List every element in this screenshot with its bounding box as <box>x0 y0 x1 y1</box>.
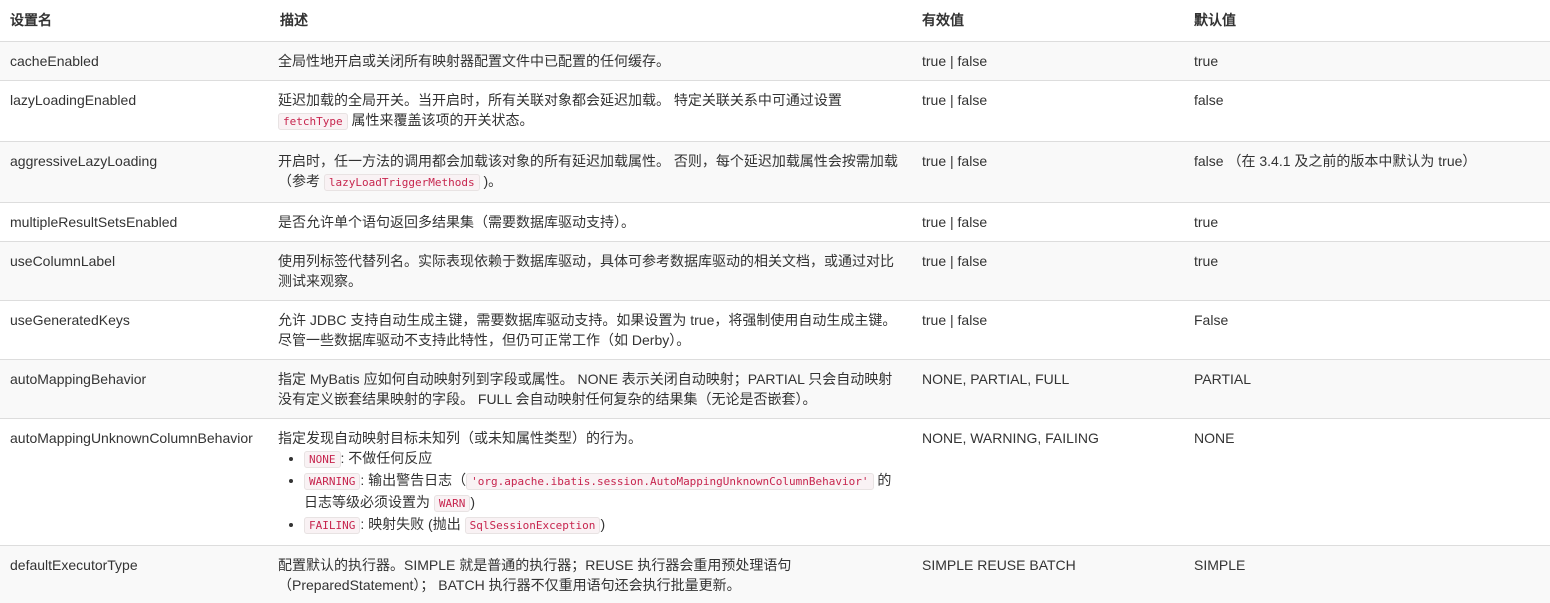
list-item: FAILING: 映射失败 (抛出 SqlSessionException) <box>304 514 904 536</box>
setting-valid-values: true | false <box>912 242 1184 301</box>
setting-name: defaultExecutorType <box>0 546 270 603</box>
setting-valid-values: true | false <box>912 203 1184 242</box>
setting-description: 延迟加载的全局开关。当开启时，所有关联对象都会延迟加载。 特定关联关系中可通过设… <box>270 81 912 142</box>
setting-name: autoMappingUnknownColumnBehavior <box>0 419 270 546</box>
setting-description: 使用列标签代替列名。实际表现依赖于数据库驱动，具体可参考数据库驱动的相关文档，或… <box>270 242 912 301</box>
table-row: aggressiveLazyLoading 开启时，任一方法的调用都会加载该对象… <box>0 142 1550 203</box>
setting-description: 全局性地开启或关闭所有映射器配置文件中已配置的任何缓存。 <box>270 42 912 81</box>
inline-code: FAILING <box>304 517 360 534</box>
setting-description: 指定 MyBatis 应如何自动映射列到字段或属性。 NONE 表示关闭自动映射… <box>270 360 912 419</box>
setting-valid-values: true | false <box>912 42 1184 81</box>
setting-description: 允许 JDBC 支持自动生成主键，需要数据库驱动支持。如果设置为 true，将强… <box>270 301 912 360</box>
table-row: multipleResultSetsEnabled 是否允许单个语句返回多结果集… <box>0 203 1550 242</box>
setting-description: 指定发现自动映射目标未知列（或未知属性类型）的行为。 NONE: 不做任何反应 … <box>270 419 912 546</box>
option-text: : 不做任何反应 <box>341 450 433 466</box>
setting-default: true <box>1184 42 1550 81</box>
setting-name: useGeneratedKeys <box>0 301 270 360</box>
setting-description: 开启时，任一方法的调用都会加载该对象的所有延迟加载属性。 否则，每个延迟加载属性… <box>270 142 912 203</box>
description-text: 指定发现自动映射目标未知列（或未知属性类型）的行为。 <box>278 428 904 448</box>
setting-valid-values: true | false <box>912 81 1184 142</box>
description-text: )。 <box>483 173 502 189</box>
header-description: 描述 <box>270 0 912 42</box>
setting-name: cacheEnabled <box>0 42 270 81</box>
table-row: lazyLoadingEnabled 延迟加载的全局开关。当开启时，所有关联对象… <box>0 81 1550 142</box>
list-item: NONE: 不做任何反应 <box>304 448 904 470</box>
setting-default: NONE <box>1184 419 1550 546</box>
option-text: ) <box>600 516 605 532</box>
setting-default: SIMPLE <box>1184 546 1550 603</box>
description-text: 属性来覆盖该项的开关状态。 <box>352 112 534 128</box>
header-setting-name: 设置名 <box>0 0 270 42</box>
inline-code: 'org.apache.ibatis.session.AutoMappingUn… <box>466 473 873 490</box>
table-row: useColumnLabel 使用列标签代替列名。实际表现依赖于数据库驱动，具体… <box>0 242 1550 301</box>
setting-default: False <box>1184 301 1550 360</box>
setting-valid-values: SIMPLE REUSE BATCH <box>912 546 1184 603</box>
inline-code: NONE <box>304 451 341 468</box>
setting-description: 是否允许单个语句返回多结果集（需要数据库驱动支持）。 <box>270 203 912 242</box>
inline-code: WARNING <box>304 473 360 490</box>
settings-table: 设置名 描述 有效值 默认值 cacheEnabled 全局性地开启或关闭所有映… <box>0 0 1550 603</box>
description-text: 延迟加载的全局开关。当开启时，所有关联对象都会延迟加载。 特定关联关系中可通过设… <box>278 92 842 108</box>
table-row: autoMappingUnknownColumnBehavior 指定发现自动映… <box>0 419 1550 546</box>
header-default-value: 默认值 <box>1184 0 1550 42</box>
table-header-row: 设置名 描述 有效值 默认值 <box>0 0 1550 42</box>
setting-valid-values: NONE, WARNING, FAILING <box>912 419 1184 546</box>
table-row: cacheEnabled 全局性地开启或关闭所有映射器配置文件中已配置的任何缓存… <box>0 42 1550 81</box>
setting-valid-values: true | false <box>912 301 1184 360</box>
behavior-options-list: NONE: 不做任何反应 WARNING: 输出警告日志（'org.apache… <box>278 448 904 536</box>
header-valid-values: 有效值 <box>912 0 1184 42</box>
inline-code: lazyLoadTriggerMethods <box>324 174 480 191</box>
inline-code: WARN <box>434 495 471 512</box>
setting-name: aggressiveLazyLoading <box>0 142 270 203</box>
inline-code: fetchType <box>278 113 348 130</box>
table-row: useGeneratedKeys 允许 JDBC 支持自动生成主键，需要数据库驱… <box>0 301 1550 360</box>
setting-name: autoMappingBehavior <box>0 360 270 419</box>
setting-default: true <box>1184 242 1550 301</box>
setting-default: false <box>1184 81 1550 142</box>
setting-default: false （在 3.4.1 及之前的版本中默认为 true） <box>1184 142 1550 203</box>
option-text: : 输出警告日志（ <box>360 472 466 488</box>
setting-valid-values: true | false <box>912 142 1184 203</box>
setting-name: multipleResultSetsEnabled <box>0 203 270 242</box>
setting-name: useColumnLabel <box>0 242 270 301</box>
option-text: : 映射失败 (抛出 <box>360 516 464 532</box>
setting-name: lazyLoadingEnabled <box>0 81 270 142</box>
table-row: autoMappingBehavior 指定 MyBatis 应如何自动映射列到… <box>0 360 1550 419</box>
setting-default: PARTIAL <box>1184 360 1550 419</box>
inline-code: SqlSessionException <box>465 517 601 534</box>
setting-default: true <box>1184 203 1550 242</box>
setting-valid-values: NONE, PARTIAL, FULL <box>912 360 1184 419</box>
list-item: WARNING: 输出警告日志（'org.apache.ibatis.sessi… <box>304 470 904 514</box>
setting-description: 配置默认的执行器。SIMPLE 就是普通的执行器；REUSE 执行器会重用预处理… <box>270 546 912 603</box>
table-row: defaultExecutorType 配置默认的执行器。SIMPLE 就是普通… <box>0 546 1550 603</box>
option-text: ) <box>470 494 475 510</box>
